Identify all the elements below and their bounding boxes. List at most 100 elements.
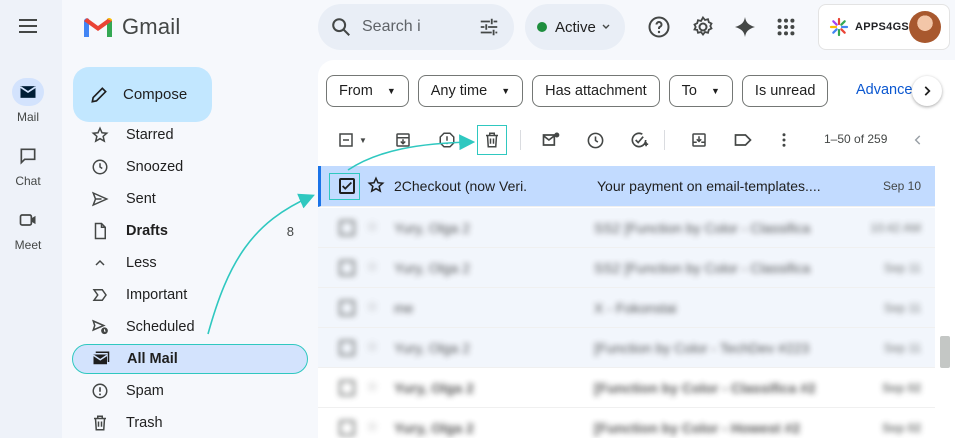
chip-label: From (339, 83, 373, 99)
chip-label: Has attachment (545, 83, 647, 99)
status-dot (537, 22, 547, 32)
nav-item-snoozed[interactable]: Snoozed (72, 152, 308, 182)
status-selector[interactable]: Active (525, 4, 625, 50)
avatar[interactable] (909, 11, 941, 43)
email-row-unread[interactable]: ☆ Yury, Olga 2 [Function by Color - Clas… (318, 368, 935, 408)
email-row[interactable]: ☆ Yury, Olga 2 SS2 [Function by Color - … (318, 248, 935, 288)
snooze-clock-icon[interactable] (585, 130, 605, 150)
add-to-tasks-icon[interactable] (629, 130, 649, 150)
filter-chip-any-time[interactable]: Any time ▼ (417, 75, 524, 107)
email-date: Sep 11 (883, 301, 921, 315)
message-toolbar: ▼ 1–50 of 259 (318, 122, 955, 158)
rail-label-mail: Mail (16, 110, 39, 124)
star-toggle-icon[interactable] (367, 176, 385, 197)
row-checkbox-checked[interactable] (339, 178, 355, 194)
help-icon[interactable] (646, 14, 672, 40)
filter-chip-is-unread[interactable]: Is unread (741, 75, 829, 107)
rail-item-mail[interactable]: Mail (0, 78, 56, 124)
report-spam-icon[interactable] (437, 130, 457, 150)
search-icon[interactable] (330, 16, 352, 38)
mark-unread-icon[interactable] (541, 130, 561, 150)
email-date: Sep 02 (882, 421, 921, 435)
email-row-unread[interactable]: ☆ Yury, Olga 2 [Function by Color - Howe… (318, 408, 935, 438)
search-bar[interactable]: Search i (318, 4, 514, 50)
star-icon (90, 125, 110, 145)
nav-item-starred[interactable]: Starred (72, 120, 308, 150)
chips-scroll-right-button[interactable] (912, 76, 942, 106)
more-options-icon[interactable] (774, 130, 794, 150)
row-checkbox[interactable] (339, 300, 355, 316)
rail-item-meet[interactable]: Meet (0, 206, 56, 252)
filter-chip-from[interactable]: From ▼ (326, 75, 409, 107)
select-all-checkbox[interactable] (336, 130, 356, 150)
archive-icon[interactable] (393, 130, 413, 150)
nav-item-all-mail[interactable]: All Mail (72, 344, 308, 374)
message-list-scrollbar[interactable] (940, 336, 950, 368)
rail-label-meet: Meet (14, 238, 42, 252)
important-icon (90, 285, 110, 305)
chat-icon (20, 148, 36, 165)
email-sender: Yury, Olga 2 (394, 260, 471, 276)
row-checkbox[interactable] (339, 220, 355, 236)
nav-item-scheduled[interactable]: Scheduled (72, 312, 308, 342)
app-rail: Mail Chat Meet (0, 0, 62, 438)
email-date: Sep 11 (883, 341, 921, 355)
rail-item-chat[interactable]: Chat (0, 142, 56, 188)
row-checkbox[interactable] (339, 420, 355, 436)
chip-label: Is unread (754, 83, 816, 99)
nav-item-drafts[interactable]: Drafts 8 (72, 216, 308, 246)
chevron-down-icon (602, 24, 610, 29)
nav-item-trash[interactable]: Trash (72, 408, 308, 438)
filter-chip-to[interactable]: To ▼ (668, 75, 733, 107)
email-row[interactable]: ☆ me X - Fokonstai Sep 11 (318, 288, 935, 328)
chevron-right-icon (924, 86, 931, 96)
search-options-icon[interactable] (478, 16, 500, 38)
gemini-sparkle-icon[interactable] (732, 14, 758, 40)
search-input[interactable]: Search i (362, 18, 442, 36)
filter-chip-has-attachment[interactable]: Has attachment (532, 75, 660, 107)
send-icon (90, 189, 110, 209)
star-toggle-icon[interactable]: ☆ (366, 258, 379, 275)
pagination-count: 1–50 of 259 (824, 132, 888, 146)
email-date: 10:42 AM (870, 221, 921, 235)
message-list-panel: From ▼ Any time ▼ Has attachment To ▼ Is un… (318, 60, 955, 438)
email-row[interactable]: ☆ Yury, Olga 2 SS2 [Function by Color - … (318, 208, 935, 248)
email-row-selected[interactable]: 2Checkout (now Veri. Your payment on ema… (318, 166, 935, 207)
nav-label: Less (126, 255, 157, 271)
nav-label: Snoozed (126, 159, 184, 175)
main-menu-icon[interactable] (16, 14, 40, 38)
nav-item-less[interactable]: Less (72, 248, 308, 278)
previous-page-icon[interactable] (908, 130, 928, 150)
apps-grid-icon[interactable] (773, 14, 799, 40)
nav-label: Drafts (126, 223, 168, 239)
toolbar-divider (520, 130, 521, 150)
scheduled-icon (90, 317, 110, 337)
email-sender: Yury, Olga 2 (394, 220, 471, 236)
star-toggle-icon[interactable]: ☆ (366, 338, 379, 355)
move-to-icon[interactable] (689, 130, 709, 150)
email-sender: Yury, Olga 2 (394, 420, 474, 436)
compose-button[interactable]: Compose (73, 67, 212, 122)
row-checkbox[interactable] (339, 260, 355, 276)
label-tag-icon[interactable] (733, 130, 753, 150)
star-toggle-icon[interactable]: ☆ (366, 218, 379, 235)
all-mail-icon (91, 349, 111, 369)
gmail-logo[interactable]: Gmail (82, 14, 180, 40)
nav-item-important[interactable]: Important (72, 280, 308, 310)
select-menu-caret-icon[interactable]: ▼ (356, 130, 370, 150)
email-subject: [Function by Color - Classifica #2 (594, 380, 816, 396)
email-row[interactable]: ☆ Yury, Olga 2 [Function by Color - Tech… (318, 328, 935, 368)
email-date: Sep 10 (882, 179, 921, 193)
nav-item-spam[interactable]: Spam (72, 376, 308, 406)
delete-trash-icon[interactable] (482, 130, 502, 150)
advanced-search-link[interactable]: Advance (856, 82, 912, 98)
star-toggle-icon[interactable]: ☆ (366, 418, 379, 435)
settings-gear-icon[interactable] (690, 14, 716, 40)
nav-item-sent[interactable]: Sent (72, 184, 308, 214)
row-checkbox[interactable] (339, 340, 355, 356)
row-checkbox[interactable] (339, 380, 355, 396)
account-switcher[interactable]: APPS4GS (818, 4, 950, 50)
star-toggle-icon[interactable]: ☆ (366, 298, 379, 315)
star-toggle-icon[interactable]: ☆ (366, 378, 379, 395)
caret-down-icon: ▼ (501, 86, 511, 96)
